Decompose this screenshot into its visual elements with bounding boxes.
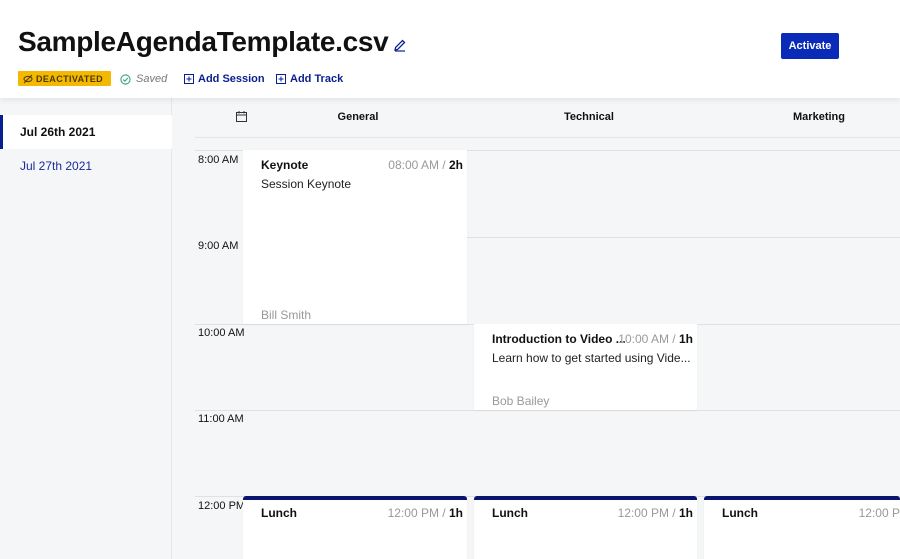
session-title: Keynote [261, 158, 309, 172]
session-start: 10:00 AM [618, 332, 669, 346]
session-card-lunch-technical[interactable]: Lunch 12:00 PM / 1h [474, 496, 697, 559]
session-card-lunch-marketing[interactable]: Lunch 12:00 P [704, 496, 900, 559]
time-label: 8:00 AM [198, 154, 239, 166]
add-session-button[interactable]: Add Session [184, 73, 265, 85]
session-start: 12:00 PM [387, 506, 439, 520]
time-label: 11:00 AM [198, 413, 244, 425]
calendar-icon[interactable] [236, 111, 247, 122]
add-track-button[interactable]: Add Track [276, 73, 343, 85]
plus-square-icon [184, 74, 194, 84]
pencil-edit-icon[interactable] [393, 38, 407, 52]
session-title: Introduction to Video ... [492, 332, 626, 346]
session-time: 12:00 P [859, 506, 900, 520]
session-time: 12:00 PM / 1h [387, 506, 463, 520]
track-header-technical[interactable]: Technical [529, 111, 649, 123]
session-duration: 2h [448, 158, 463, 172]
session-speaker: Bob Bailey [492, 394, 550, 408]
activate-button[interactable]: Activate [781, 33, 839, 59]
time-label: 9:00 AM [198, 240, 239, 252]
session-time: 08:00 AM / 2h [388, 158, 463, 172]
session-title: Lunch [722, 506, 758, 520]
track-header-row: General Technical Marketing [195, 98, 900, 138]
session-title: Lunch [261, 506, 297, 520]
session-card-lunch-general[interactable]: Lunch 12:00 PM / 1h [243, 496, 467, 559]
session-start: 12:00 P [858, 506, 900, 520]
session-description: Session Keynote [261, 177, 352, 191]
time-label: 10:00 AM [198, 327, 245, 339]
plus-square-icon [276, 74, 286, 84]
session-card-keynote[interactable]: Keynote 08:00 AM / 2h Session Keynote Bi… [243, 150, 467, 324]
sidebar-day-jul-26[interactable]: Jul 26th 2021 [0, 115, 172, 149]
session-card-intro-video[interactable]: Introduction to Video ... 10:00 AM / 1h … [474, 324, 697, 410]
session-start: 12:00 PM [617, 506, 669, 520]
track-header-general[interactable]: General [298, 111, 418, 123]
saved-indicator: Saved [120, 73, 167, 85]
session-duration: 1h [448, 506, 463, 520]
hour-divider [467, 237, 900, 238]
session-start: 08:00 AM [388, 158, 439, 172]
status-badge: DEACTIVATED [18, 71, 111, 86]
page-title: SampleAgendaTemplate.csv [18, 26, 389, 57]
session-time: 12:00 PM / 1h [617, 506, 693, 520]
page-header: SampleAgendaTemplate.csv DEACTIVATED Sav… [0, 0, 900, 98]
day-sidebar: Jul 26th 2021 Jul 27th 2021 [0, 98, 172, 559]
saved-label: Saved [136, 73, 168, 85]
eye-off-icon [23, 74, 33, 83]
time-label: 12:00 PM [198, 500, 246, 512]
sidebar-day-jul-27[interactable]: Jul 27th 2021 [0, 149, 172, 183]
session-duration: 1h [678, 506, 693, 520]
track-header-marketing[interactable]: Marketing [759, 111, 879, 123]
session-title: Lunch [492, 506, 528, 520]
session-speaker: Bill Smith [261, 308, 312, 322]
add-track-label: Add Track [290, 73, 344, 85]
hour-divider [195, 410, 900, 411]
check-circle-icon [120, 73, 131, 85]
add-session-label: Add Session [198, 73, 265, 85]
session-duration: 1h [678, 332, 693, 346]
session-description: Learn how to get started using Vide... [492, 351, 691, 365]
session-time: 10:00 AM / 1h [618, 332, 693, 346]
status-badge-label: DEACTIVATED [36, 73, 104, 84]
schedule-grid: General Technical Marketing 8:00 AM 9:00… [172, 98, 900, 559]
